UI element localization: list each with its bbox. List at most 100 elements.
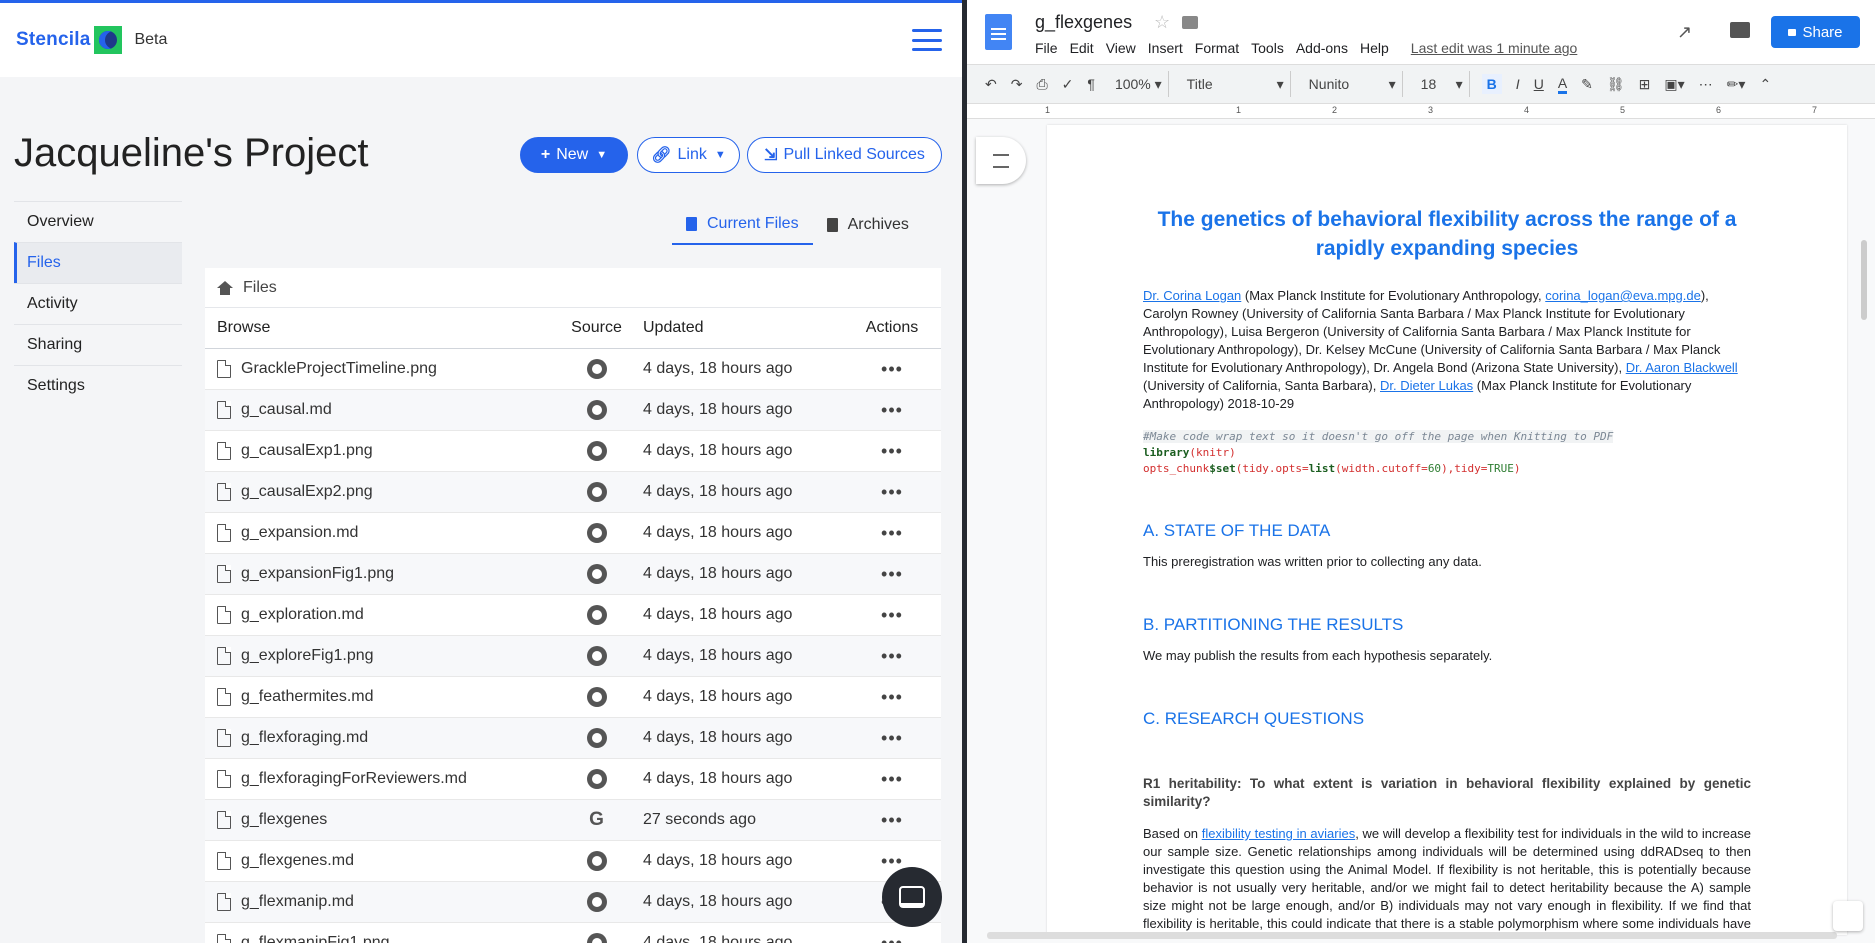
file-name[interactable]: g_causalExp1.png bbox=[241, 442, 373, 460]
share-button[interactable]: Share bbox=[1771, 16, 1860, 48]
file-name[interactable]: g_expansion.md bbox=[241, 524, 358, 542]
docs-logo-icon[interactable] bbox=[985, 14, 1012, 50]
underline-icon[interactable]: U bbox=[1534, 76, 1544, 92]
table-row[interactable]: g_exploration.md 4 days, 18 hours ago ••• bbox=[205, 595, 941, 636]
table-row[interactable]: g_flexforagingForReviewers.md 4 days, 18 … bbox=[205, 759, 941, 800]
file-name[interactable]: g_flexforaging.md bbox=[241, 729, 368, 747]
file-name[interactable]: g_causalExp2.png bbox=[241, 483, 373, 501]
style-select[interactable]: Title ▾ bbox=[1181, 71, 1291, 97]
brand-name[interactable]: Stencila bbox=[16, 29, 90, 51]
pull-linked-sources-button[interactable]: ⇲ Pull Linked Sources bbox=[747, 137, 942, 173]
tab-archives[interactable]: Archives bbox=[813, 205, 923, 245]
table-row[interactable]: g_flexforaging.md 4 days, 18 hours ago ••• bbox=[205, 718, 941, 759]
file-name[interactable]: g_flexgenes bbox=[241, 811, 327, 829]
vertical-scrollbar[interactable] bbox=[1861, 240, 1867, 320]
zoom-select[interactable]: 100% ▾ bbox=[1109, 71, 1169, 97]
menu-tools[interactable]: Tools bbox=[1251, 40, 1284, 56]
more-actions-icon[interactable]: ••• bbox=[881, 441, 903, 461]
more-actions-icon[interactable]: ••• bbox=[881, 687, 903, 707]
document-outline-button[interactable] bbox=[976, 137, 1026, 184]
link-button[interactable]: 🔗︎ Link ▼ bbox=[637, 137, 740, 173]
file-name[interactable]: g_flexgenes.md bbox=[241, 852, 354, 870]
redo-icon[interactable]: ↷ bbox=[1011, 76, 1023, 93]
text-color-icon[interactable]: A bbox=[1557, 75, 1568, 94]
print-icon[interactable]: ⎙ bbox=[1036, 76, 1047, 93]
more-actions-icon[interactable]: ••• bbox=[881, 359, 903, 379]
editing-mode-icon[interactable]: ✏▾ bbox=[1727, 76, 1746, 93]
table-row[interactable]: g_exploreFig1.png 4 days, 18 hours ago ••• bbox=[205, 636, 941, 677]
file-name[interactable]: g_feathermites.md bbox=[241, 688, 374, 706]
sidebar-item-overview[interactable]: Overview bbox=[14, 201, 182, 242]
ruler[interactable]: 1 1 2 3 4 5 6 7 bbox=[967, 104, 1875, 119]
font-select[interactable]: Nunito ▾ bbox=[1303, 71, 1403, 97]
file-name[interactable]: g_flexforagingForReviewers.md bbox=[241, 770, 467, 788]
table-row[interactable]: g_flexgenes G 27 seconds ago ••• bbox=[205, 800, 941, 841]
file-name[interactable]: g_expansionFig1.png bbox=[241, 565, 394, 583]
table-row[interactable]: g_expansion.md 4 days, 18 hours ago ••• bbox=[205, 513, 941, 554]
table-row[interactable]: g_flexmanip.md4 days, 18 hours ago••• bbox=[205, 882, 941, 923]
hamburger-menu-icon[interactable] bbox=[912, 29, 942, 51]
more-actions-icon[interactable]: ••• bbox=[881, 605, 903, 625]
menu-addons[interactable]: Add-ons bbox=[1296, 40, 1348, 56]
file-name[interactable]: GrackleProjectTimeline.png bbox=[241, 360, 437, 378]
new-button[interactable]: + New ▼ bbox=[520, 137, 628, 173]
add-comment-icon[interactable]: ⊞ bbox=[1639, 76, 1651, 93]
sidebar-item-activity[interactable]: Activity bbox=[14, 283, 182, 324]
menu-format[interactable]: Format bbox=[1195, 40, 1239, 56]
undo-icon[interactable]: ↶ bbox=[985, 76, 997, 93]
sidebar-item-settings[interactable]: Settings bbox=[14, 365, 182, 406]
table-row[interactable]: g_expansionFig1.png 4 days, 18 hours ago •… bbox=[205, 554, 941, 595]
collapse-toolbar-icon[interactable]: ⌃ bbox=[1759, 76, 1771, 93]
author-link[interactable]: Dr. Dieter Lukas bbox=[1380, 378, 1473, 393]
insert-link-icon[interactable]: ⛓ bbox=[1607, 76, 1625, 93]
more-icon[interactable]: ⋯ bbox=[1699, 76, 1713, 93]
email-link[interactable]: corina_logan@eva.mpg.de bbox=[1545, 288, 1701, 303]
tab-current-files[interactable]: Current Files bbox=[672, 205, 813, 245]
table-row[interactable]: GrackleProjectTimeline.png 4 days, 18 hou… bbox=[205, 349, 941, 390]
last-edit-link[interactable]: Last edit was 1 minute ago bbox=[1411, 40, 1578, 56]
more-actions-icon[interactable]: ••• bbox=[881, 810, 903, 830]
table-row[interactable]: g_causalExp2.png 4 days, 18 hours ago ••• bbox=[205, 472, 941, 513]
home-icon[interactable] bbox=[217, 280, 233, 295]
more-actions-icon[interactable]: ••• bbox=[881, 769, 903, 789]
aviaries-link[interactable]: flexibility testing in aviaries bbox=[1202, 826, 1355, 841]
activity-trend-icon[interactable]: ↗ bbox=[1677, 22, 1692, 43]
more-actions-icon[interactable]: ••• bbox=[881, 933, 903, 943]
horizontal-scrollbar[interactable] bbox=[987, 932, 1837, 939]
table-row[interactable]: g_flexgenes.md 4 days, 18 hours ago ••• bbox=[205, 841, 941, 882]
table-row[interactable]: g_flexmanipFig1.png 4 days, 18 hours ago •… bbox=[205, 923, 941, 943]
table-row[interactable]: g_causalExp1.png 4 days, 18 hours ago ••• bbox=[205, 431, 941, 472]
file-name[interactable]: g_exploreFig1.png bbox=[241, 647, 374, 665]
menu-help[interactable]: Help bbox=[1360, 40, 1389, 56]
file-name[interactable]: g_causal.md bbox=[241, 401, 332, 419]
highlight-icon[interactable]: ✎ bbox=[1581, 76, 1593, 93]
chat-launcher-button[interactable] bbox=[882, 867, 942, 927]
paint-format-icon[interactable]: ¶ bbox=[1087, 76, 1095, 92]
sidebar-item-files[interactable]: Files bbox=[14, 242, 182, 283]
file-name[interactable]: g_exploration.md bbox=[241, 606, 364, 624]
author-link[interactable]: Dr. Corina Logan bbox=[1143, 288, 1241, 303]
italic-icon[interactable]: I bbox=[1516, 76, 1520, 92]
menu-insert[interactable]: Insert bbox=[1148, 40, 1183, 56]
more-actions-icon[interactable]: ••• bbox=[881, 728, 903, 748]
menu-edit[interactable]: Edit bbox=[1070, 40, 1094, 56]
comments-icon[interactable] bbox=[1730, 22, 1750, 38]
bold-icon[interactable]: B bbox=[1481, 74, 1502, 94]
star-icon[interactable]: ☆ bbox=[1154, 12, 1170, 33]
folder-icon[interactable] bbox=[1182, 16, 1198, 29]
table-row[interactable]: g_causal.md 4 days, 18 hours ago ••• bbox=[205, 390, 941, 431]
menu-view[interactable]: View bbox=[1106, 40, 1136, 56]
explore-icon[interactable] bbox=[1833, 901, 1863, 931]
file-name[interactable]: g_flexmanipFig1.png bbox=[241, 934, 390, 943]
sidebar-item-sharing[interactable]: Sharing bbox=[14, 324, 182, 365]
doc-title[interactable]: g_flexgenes bbox=[1035, 12, 1132, 33]
font-size-select[interactable]: 18 ▾ bbox=[1415, 71, 1470, 97]
menu-file[interactable]: File bbox=[1035, 40, 1058, 56]
more-actions-icon[interactable]: ••• bbox=[881, 646, 903, 666]
more-actions-icon[interactable]: ••• bbox=[881, 851, 903, 871]
more-actions-icon[interactable]: ••• bbox=[881, 400, 903, 420]
author-link[interactable]: Dr. Aaron Blackwell bbox=[1626, 360, 1738, 375]
more-actions-icon[interactable]: ••• bbox=[881, 523, 903, 543]
table-row[interactable]: g_feathermites.md 4 days, 18 hours ago ••• bbox=[205, 677, 941, 718]
spellcheck-icon[interactable]: ✓ bbox=[1062, 76, 1074, 93]
